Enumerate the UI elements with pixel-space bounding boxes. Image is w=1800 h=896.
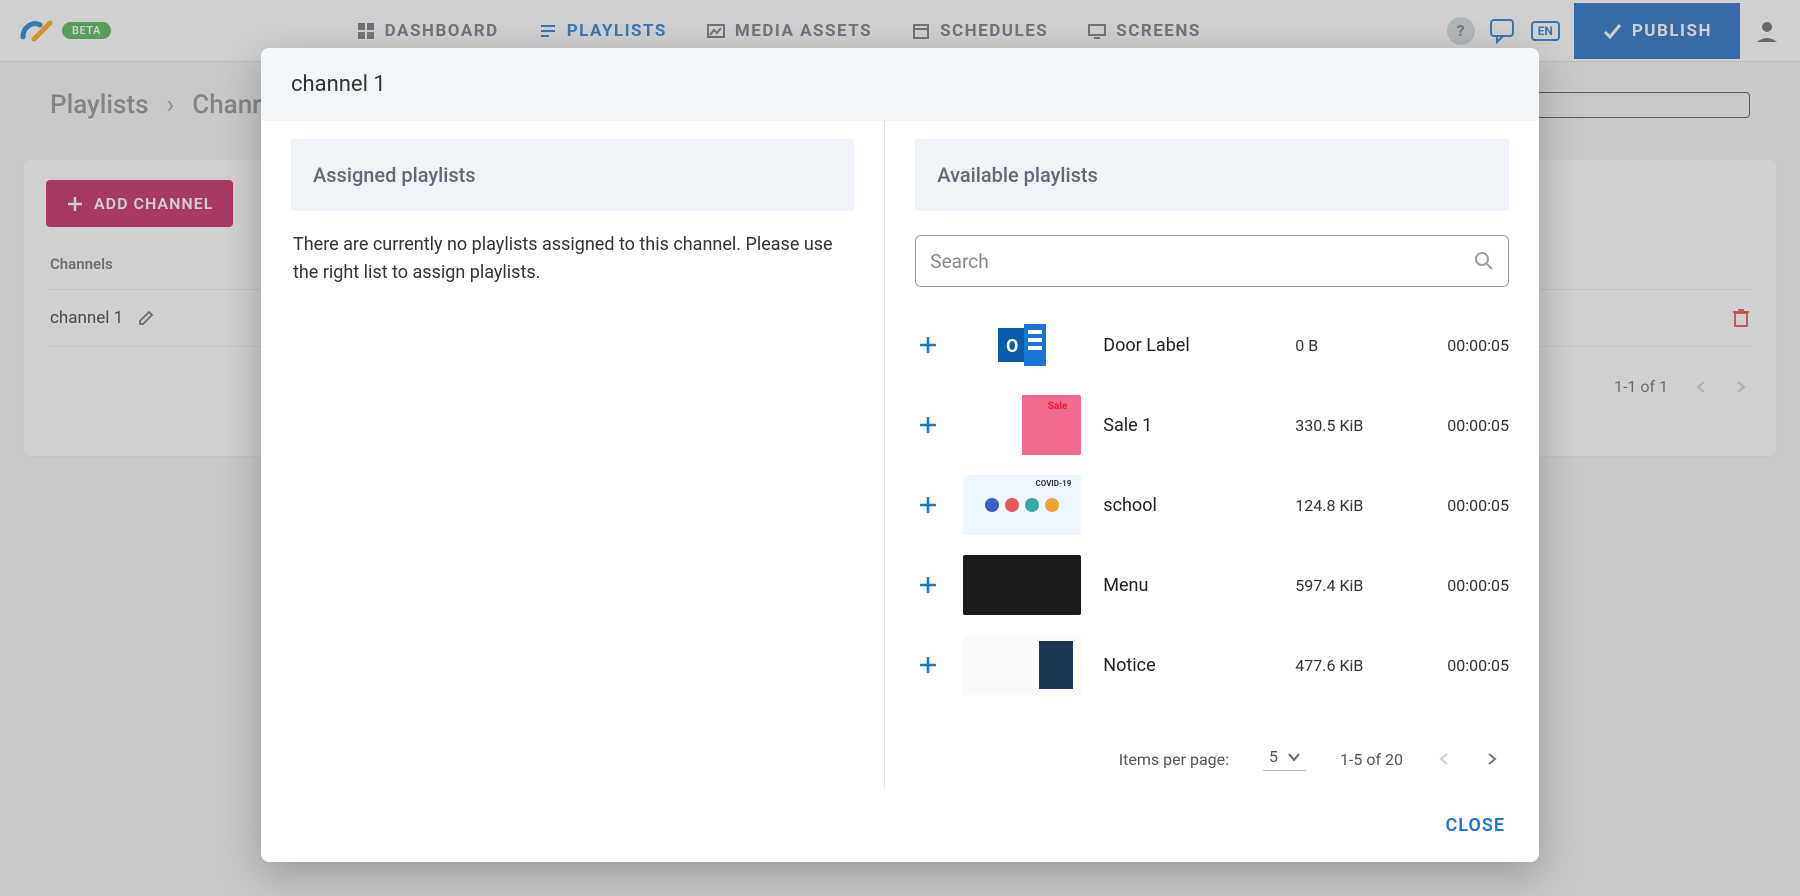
playlist-duration: 00:00:05 xyxy=(1447,656,1509,675)
search-icon xyxy=(1474,251,1494,271)
add-playlist-button[interactable] xyxy=(915,414,941,436)
pagination-range: 1-5 of 20 xyxy=(1340,750,1403,769)
playlist-size: 124.8 KiB xyxy=(1295,496,1425,515)
available-prev-page[interactable] xyxy=(1437,752,1451,766)
available-playlists-panel: Available playlists O Door Label 0 B 00:… xyxy=(885,121,1539,789)
playlist-size: 330.5 KiB xyxy=(1295,416,1425,435)
add-playlist-button[interactable] xyxy=(915,494,941,516)
svg-text:O: O xyxy=(1006,336,1018,357)
playlist-name: school xyxy=(1103,495,1273,516)
playlist-name: Sale 1 xyxy=(1103,415,1273,436)
items-per-page-value: 5 xyxy=(1269,747,1278,766)
items-per-page-select[interactable]: 5 xyxy=(1263,747,1306,771)
items-per-page-label: Items per page: xyxy=(1119,750,1229,769)
modal-title: channel 1 xyxy=(261,48,1539,121)
playlist-thumbnail xyxy=(963,635,1081,695)
assigned-title: Assigned playlists xyxy=(291,139,854,211)
add-playlist-button[interactable] xyxy=(915,574,941,596)
channel-playlists-modal: channel 1 Assigned playlists There are c… xyxy=(261,48,1539,862)
available-item: Menu 597.4 KiB 00:00:05 xyxy=(915,545,1509,625)
playlist-thumbnail: O xyxy=(963,315,1081,375)
playlist-thumbnail xyxy=(963,475,1081,535)
playlist-duration: 00:00:05 xyxy=(1447,336,1509,355)
available-item: Sale 1 330.5 KiB 00:00:05 xyxy=(915,385,1509,465)
playlist-duration: 00:00:05 xyxy=(1447,496,1509,515)
playlist-size: 477.6 KiB xyxy=(1295,656,1425,675)
modal-footer: CLOSE xyxy=(261,789,1539,862)
available-item: school 124.8 KiB 00:00:05 xyxy=(915,465,1509,545)
available-playlist-list: O Door Label 0 B 00:00:05 Sale 1 330.5 K… xyxy=(915,305,1509,705)
playlist-duration: 00:00:05 xyxy=(1447,416,1509,435)
playlist-thumbnail xyxy=(963,555,1081,615)
available-search[interactable] xyxy=(915,235,1509,287)
available-item: O Door Label 0 B 00:00:05 xyxy=(915,305,1509,385)
available-pagination: Items per page: 5 1-5 of 20 xyxy=(915,705,1509,771)
playlist-size: 597.4 KiB xyxy=(1295,576,1425,595)
chevron-down-icon xyxy=(1288,752,1300,762)
playlist-duration: 00:00:05 xyxy=(1447,576,1509,595)
playlist-name: Door Label xyxy=(1103,335,1273,356)
available-title: Available playlists xyxy=(915,139,1509,211)
available-next-page[interactable] xyxy=(1485,752,1499,766)
close-button[interactable]: CLOSE xyxy=(1446,815,1505,836)
add-playlist-button[interactable] xyxy=(915,654,941,676)
playlist-size: 0 B xyxy=(1295,336,1425,355)
assigned-empty-message: There are currently no playlists assigne… xyxy=(291,211,854,307)
available-item: Notice 477.6 KiB 00:00:05 xyxy=(915,625,1509,705)
available-search-input[interactable] xyxy=(930,250,1474,273)
add-playlist-button[interactable] xyxy=(915,334,941,356)
playlist-thumbnail xyxy=(963,395,1081,455)
playlist-name: Notice xyxy=(1103,655,1273,676)
modal-overlay: channel 1 Assigned playlists There are c… xyxy=(0,0,1800,896)
assigned-playlists-panel: Assigned playlists There are currently n… xyxy=(261,121,885,789)
playlist-name: Menu xyxy=(1103,575,1273,596)
